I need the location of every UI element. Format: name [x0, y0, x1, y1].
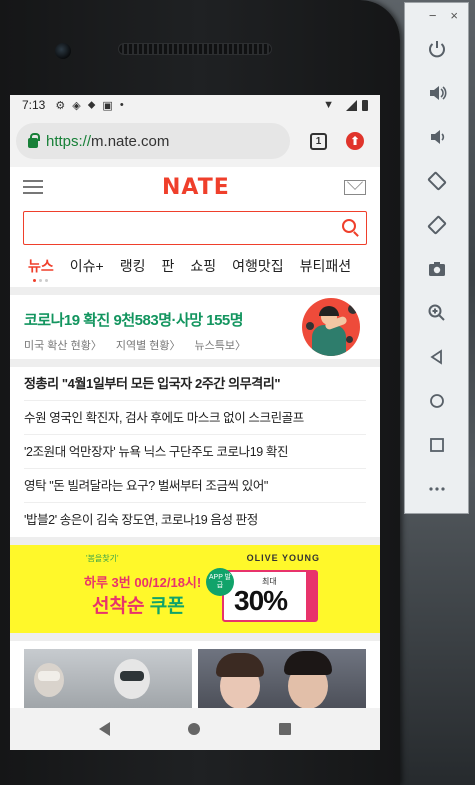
photo-row [10, 649, 380, 713]
tab-ranking[interactable]: 랭킹 [120, 256, 146, 276]
status-right: ▼ [323, 99, 368, 111]
volume-down-icon [430, 130, 444, 144]
covid-link-us[interactable]: 미국 확산 현황〉 [24, 337, 102, 353]
url-scheme: https:// [46, 132, 92, 150]
rotate-right-icon [427, 215, 446, 235]
overview-button[interactable] [405, 423, 468, 467]
ad-brand-logo: OLIVE YOUNG [246, 553, 320, 563]
back-button[interactable] [405, 335, 468, 379]
close-button[interactable]: × [450, 8, 458, 23]
ad-headline: 하루 3번 00/12/18시! [84, 575, 202, 590]
overview-square-icon [429, 438, 444, 452]
tab-travel-food[interactable]: 여행맛집 [232, 256, 284, 276]
headline-item[interactable]: '밥블2' 송은이 김숙 장도연, 코로나19 음성 판정 [24, 503, 366, 537]
site-header: NATE [10, 167, 380, 207]
search-box [23, 211, 367, 245]
news-photo[interactable] [198, 649, 366, 713]
coupon-graphic: 최대 30% [222, 570, 318, 622]
dot-icon: • [119, 99, 124, 111]
shield-icon: ◈ [72, 99, 81, 112]
ad-subheadline: 선착순 쿠폰 [92, 596, 185, 617]
home-button[interactable] [405, 379, 468, 423]
more-icon [428, 487, 445, 491]
tab-news[interactable]: 뉴스 [28, 256, 54, 276]
menu-icon[interactable] [23, 180, 43, 194]
covid-link-special[interactable]: 뉴스특보〉 [195, 337, 246, 353]
location-icon: ⬥ [87, 98, 96, 111]
address-bar[interactable]: https://m.nate.com [16, 123, 290, 159]
zoom-button[interactable] [405, 291, 468, 335]
browser-toolbar: https://m.nate.com 1 ⬆ [10, 115, 380, 167]
home-icon[interactable] [188, 723, 201, 735]
tab-issue[interactable]: 이슈+ [70, 256, 104, 276]
power-icon [428, 41, 445, 58]
status-time: 7:13 [22, 98, 46, 112]
recents-icon[interactable] [278, 723, 291, 735]
tab-switcher-button[interactable]: 1 [310, 132, 327, 150]
tab-pann[interactable]: 판 [161, 256, 174, 276]
rotate-right-button[interactable] [405, 203, 468, 247]
earpiece-speaker [118, 43, 272, 55]
tab-beauty-fashion[interactable]: 뷰티패션 [300, 256, 352, 276]
volume-up-button[interactable] [405, 71, 468, 115]
wifi-icon: ▼ [323, 99, 334, 111]
image-icon: ▣ [102, 99, 113, 112]
section-divider [10, 537, 380, 545]
camera-icon [428, 262, 445, 276]
search-input[interactable] [24, 212, 324, 242]
screenshot-button[interactable] [405, 247, 468, 291]
headline-item[interactable]: '2조원대 억만장자' 뉴욕 닉스 구단주도 코로나19 확진 [24, 435, 366, 469]
search-icon[interactable] [342, 219, 356, 233]
tab-page-indicator [33, 279, 48, 282]
update-icon[interactable]: ⬆ [346, 132, 364, 150]
front-camera [55, 43, 71, 59]
headline-item[interactable]: 영탁 "돈 빌려달라는 요구? 벌써부터 조금씩 있어" [24, 469, 366, 503]
category-tabs: 뉴스 이슈+ 랭킹 판 쇼핑 여행맛집 뷰티패션 [10, 245, 380, 287]
section-divider [10, 633, 380, 641]
mail-icon[interactable] [344, 180, 366, 195]
lock-icon [28, 133, 40, 148]
more-button[interactable] [405, 467, 468, 511]
minimize-button[interactable]: − [429, 8, 437, 23]
ad-brand-small: '봄을찾기' [86, 554, 119, 563]
nate-logo[interactable]: NATE [162, 175, 230, 200]
battery-icon [362, 99, 368, 111]
rotate-left-icon [427, 171, 446, 191]
emulator-window-controls: − × [405, 3, 468, 27]
headline-item[interactable]: 정총리 "4월1일부터 모든 입국자 2주간 의무격리" [24, 367, 366, 401]
covid-link-region[interactable]: 지역별 현황〉 [116, 337, 181, 353]
headline-list: 정총리 "4월1일부터 모든 입국자 2주간 의무격리" 수원 영국인 확진자,… [10, 367, 380, 537]
signal-icon [346, 99, 357, 111]
back-triangle-icon [429, 349, 442, 365]
power-button[interactable] [405, 27, 468, 71]
covid-illustration [302, 298, 360, 356]
app-badge: APP 발급 [206, 568, 234, 596]
android-nav-bar [10, 708, 380, 750]
headline-item[interactable]: 수원 영국인 확진자, 검사 후에도 마스크 없이 스크린골프 [24, 401, 366, 435]
news-photo[interactable] [24, 649, 192, 713]
settings-icon: ⚙ [55, 99, 66, 112]
coupon-percent: 30% [234, 585, 288, 616]
status-bar: 7:13 ⚙ ◈ ⬥ ▣ • ▼ [10, 95, 380, 115]
phone-frame: 7:13 ⚙ ◈ ⬥ ▣ • ▼ https://m.nate.com 1 ⬆ … [0, 0, 400, 785]
phone-screen: 7:13 ⚙ ◈ ⬥ ▣ • ▼ https://m.nate.com 1 ⬆ … [10, 95, 380, 750]
volume-up-icon [429, 86, 447, 100]
section-divider [10, 287, 380, 295]
section-divider [10, 359, 380, 367]
tab-shopping[interactable]: 쇼핑 [190, 256, 216, 276]
emulator-toolbar: − × [404, 2, 469, 514]
home-circle-icon [429, 394, 444, 408]
url-host: m.nate.com [91, 132, 170, 150]
rotate-left-button[interactable] [405, 159, 468, 203]
volume-down-button[interactable] [405, 115, 468, 159]
covid-banner[interactable]: 코로나19 확진 9천583명·사망 155명 미국 확산 현황〉 지역별 현황… [10, 295, 380, 359]
back-icon[interactable] [99, 722, 111, 736]
zoom-icon [428, 304, 445, 321]
ad-banner[interactable]: '봄을찾기' OLIVE YOUNG 하루 3번 00/12/18시! 선착순 … [10, 545, 380, 633]
